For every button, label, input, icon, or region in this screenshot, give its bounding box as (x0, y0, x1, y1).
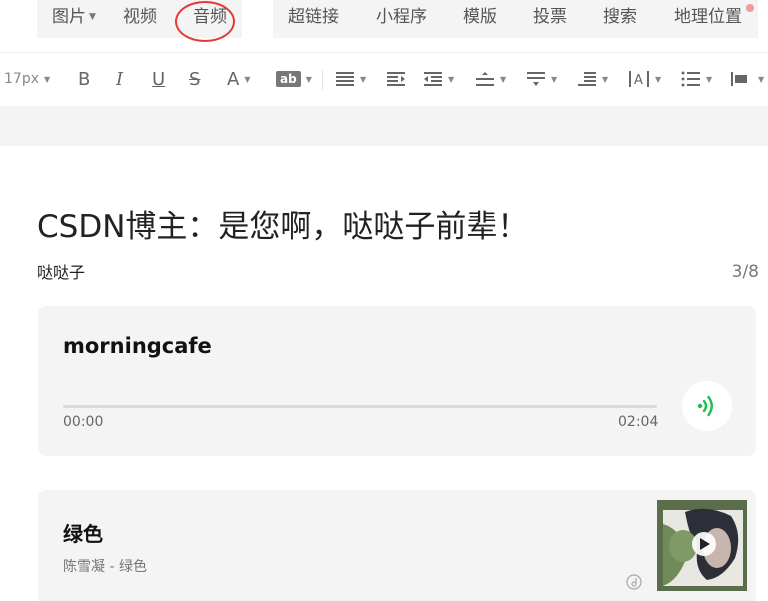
menu-item-label: 地理位置 (674, 7, 742, 27)
menu-item-label: 超链接 (288, 7, 339, 27)
underline-icon: U (152, 68, 166, 90)
bold-button[interactable]: B (78, 65, 90, 93)
font-color-icon: A (227, 68, 240, 90)
chevron-down-icon: ▼ (89, 12, 96, 22)
strikethrough-button[interactable]: S (189, 65, 200, 93)
audio-card[interactable]: morningcafe 00:00 02:04 (38, 306, 756, 456)
outdent-button[interactable]: ▼ (423, 65, 454, 93)
menu-item-video[interactable]: 视频 (123, 5, 157, 29)
menu-item-hyperlink[interactable]: 超链接 (288, 5, 339, 29)
align-button[interactable]: ▼ (335, 65, 366, 93)
line-height-button[interactable]: ▼ (475, 65, 506, 93)
highlight-annotation-circle (175, 1, 235, 42)
music-logo-icon (626, 574, 642, 590)
font-color-button[interactable]: A ▼ (227, 65, 250, 93)
bold-icon: B (78, 68, 91, 90)
menu-item-location[interactable]: 地理位置 (674, 5, 742, 29)
background-color-icon: ab (276, 71, 301, 87)
menu-item-image[interactable]: 图片 ▼ (52, 5, 96, 29)
chevron-down-icon: ▼ (758, 74, 765, 84)
chevron-down-icon: ▼ (655, 74, 662, 84)
audio-current-time: 00:00 (63, 414, 104, 430)
menu-item-miniprogram[interactable]: 小程序 (376, 5, 427, 29)
format-toolbar: 17px ▼ B I U S A ▼ ab ▼ ▼ ▼ ▼ ▼ ▼ A ▼ ▼ (0, 52, 768, 106)
toolbar-divider (322, 70, 323, 90)
background-color-button[interactable]: ab ▼ (276, 65, 312, 93)
font-size-value: 17px (4, 71, 39, 87)
chevron-down-icon: ▼ (448, 74, 455, 84)
outdent-icon (424, 72, 442, 86)
article-author[interactable]: 哒哒子 (37, 262, 85, 284)
page-counter: 3/8 (731, 262, 759, 282)
list-indent-button[interactable]: ▼ (577, 65, 608, 93)
menu-item-template[interactable]: 模版 (463, 5, 497, 29)
letter-spacing-button[interactable]: A ▼ (628, 65, 661, 93)
audio-name: morningcafe (63, 334, 212, 358)
chevron-down-icon: ▼ (305, 74, 312, 84)
notification-dot (746, 4, 754, 12)
music-card[interactable]: 绿色 陈雪凝 - 绿色 (38, 490, 756, 601)
chevron-down-icon: ▼ (244, 74, 251, 84)
italic-button[interactable]: I (116, 65, 123, 93)
sound-wave-icon (697, 395, 713, 417)
chevron-down-icon: ▼ (706, 74, 713, 84)
block-align-button[interactable]: ▼ (731, 65, 764, 93)
list-indent-icon (578, 72, 596, 86)
letter-spacing-icon: A (629, 71, 649, 88)
album-cover[interactable] (657, 500, 747, 591)
menu-item-vote[interactable]: 投票 (533, 5, 567, 29)
chevron-down-icon: ▼ (44, 74, 51, 84)
chevron-down-icon: ▼ (500, 74, 507, 84)
audio-play-button[interactable] (682, 381, 732, 431)
menu-item-label: 小程序 (376, 7, 427, 27)
song-artist: 陈雪凝 - 绿色 (63, 559, 147, 575)
menu-item-search[interactable]: 搜索 (603, 5, 637, 29)
svg-text:A: A (634, 73, 643, 88)
audio-duration: 02:04 (618, 414, 659, 430)
bullet-list-button[interactable]: ▼ (681, 65, 712, 93)
chevron-down-icon: ▼ (360, 74, 367, 84)
paragraph-spacing-button[interactable]: ▼ (526, 65, 557, 93)
song-title: 绿色 (63, 522, 103, 546)
font-size-select[interactable]: 17px ▼ (4, 65, 50, 93)
menu-item-label: 投票 (533, 7, 567, 27)
align-icon (336, 72, 354, 86)
insert-menu-bar: 图片 ▼ 视频 音频 超链接 小程序 模版 投票 搜索 地理位置 (0, 0, 768, 52)
album-cover-art (657, 500, 747, 591)
indent-button[interactable] (386, 65, 406, 93)
menu-item-label: 搜索 (603, 7, 637, 27)
menu-item-label: 图片 (52, 7, 86, 27)
toolbar-secondary-strip (0, 106, 768, 146)
chevron-down-icon: ▼ (551, 74, 558, 84)
article-title[interactable]: CSDN博主：是您啊，哒哒子前辈！ (37, 205, 528, 249)
italic-icon: I (116, 68, 124, 90)
underline-button[interactable]: U (152, 65, 165, 93)
strikethrough-icon: S (189, 68, 201, 90)
menu-item-label: 视频 (123, 7, 157, 27)
chevron-down-icon: ▼ (602, 74, 609, 84)
block-align-icon (731, 72, 747, 86)
line-height-icon (476, 72, 494, 86)
bullet-list-icon (681, 71, 700, 87)
para-spacing-icon (527, 72, 545, 86)
indent-icon (387, 72, 405, 86)
audio-progress-bar[interactable] (63, 405, 657, 408)
menu-item-label: 模版 (463, 7, 497, 27)
